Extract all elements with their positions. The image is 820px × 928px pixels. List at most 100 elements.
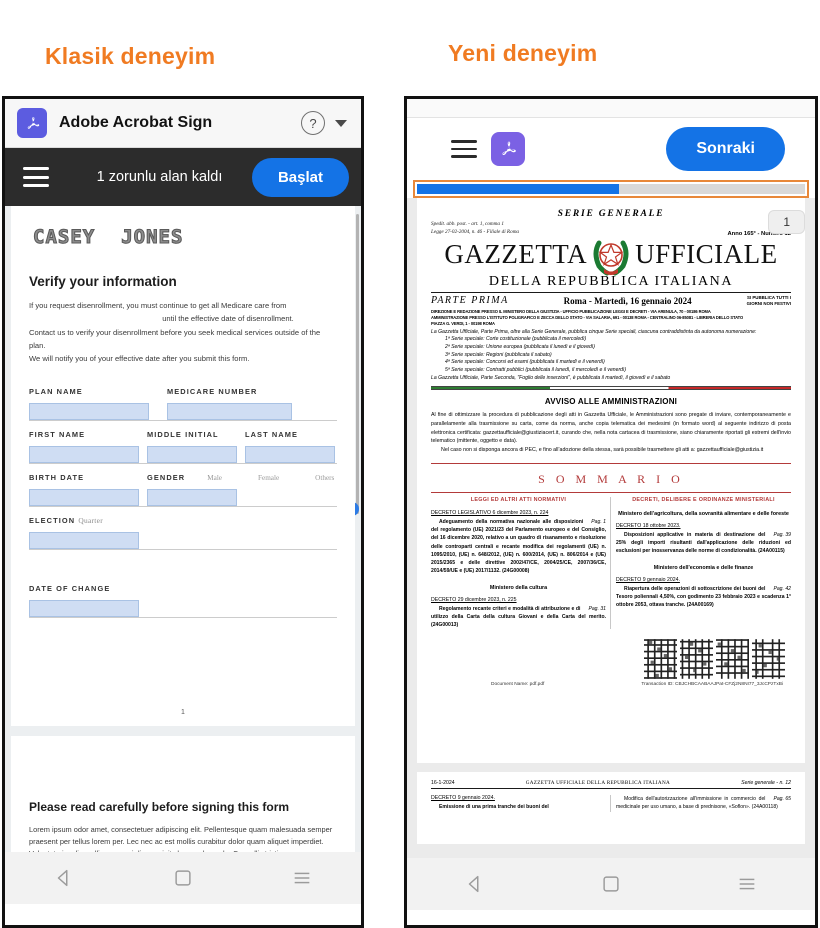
help-question-icon[interactable]: ? [301,111,325,135]
vertical-scrollbar[interactable] [356,214,359,514]
spedizione-line-2: Legge 27-02-2004, n. 46 - Filiale di Rom… [431,228,520,235]
qr-code-icon-3 [716,639,749,680]
instruction-line-3: Contact us to verify your disenrollment … [29,327,321,350]
start-button[interactable]: Başlat [251,157,349,197]
right-entry-2-ministero: Ministero dell'economia e delle finanze [653,564,754,571]
triangle-back-icon[interactable] [464,873,486,895]
gazzetta-masthead-title: GAZZETTA UFFICIALE [431,233,791,277]
page2-right-text: Pag. 65 Modifica dell'autorizzazione all'… [616,795,791,812]
document-footer: Document Name: pdf.pdf Transaction ID: C… [431,679,791,687]
left-column-heading: LEGGI ED ALTRI ATTI NORMATIVI [470,496,567,503]
new-experience-phone: Sonraki 1 SERIE GENERALE Spedit. abb. po… [404,96,818,928]
row-divider-4 [29,549,337,551]
birth-date-input[interactable] [29,489,139,507]
pubblica-note: SI PUBBLICA TUTTI I GIORNI NON FESTIVI [747,295,791,307]
avviso-title: AVVISO ALLE AMMINISTRAZIONI [544,397,678,407]
document-scroll-area[interactable]: CASEY JONES Verify your information If y… [5,206,361,852]
election-input[interactable] [29,532,139,550]
row-divider-1 [29,420,337,422]
left-entry-2-ministero: Ministero della cultura [489,584,548,591]
form-row-4: ELECTION Quarter [29,516,337,550]
gender-input[interactable] [147,489,237,507]
gender-option-female[interactable]: Female [258,474,279,482]
italy-emblem-icon [593,240,629,276]
masthead-ufficiale: UFFICIALE [635,239,778,270]
row-divider-3 [29,506,337,508]
form-row-2: FIRST NAME MIDDLE INITIAL LAST NAME [29,430,337,464]
first-name-label: FIRST NAME [29,430,86,440]
right-entry-2-decreto: DECRETO 9 gennaio 2024. [616,576,680,583]
masthead-gazzetta: GAZZETTA [444,239,588,270]
progress-bar-highlight [413,180,809,198]
gazzetta-page-1: SERIE GENERALE Spedit. abb. post. - art.… [417,198,805,763]
hamburger-recents-icon[interactable] [736,873,758,895]
masthead-divider [431,291,791,293]
acrobat-app-bar: Adobe Acrobat Sign ? [5,99,361,148]
medicare-number-label: MEDICARE NUMBER [167,387,258,397]
pubblica-line-2: GIORNI NON FESTIVI [746,300,791,306]
right-entry-2-text: Pag. 42 Riapertura delle operazioni di so… [616,585,791,610]
status-strip [407,99,815,118]
middle-initial-input[interactable] [147,446,237,464]
page2-center-title: GAZZETTA UFFICIALE DELLA REPUBBLICA ITAL… [525,780,671,786]
form-row-5: DATE OF CHANGE [29,584,337,618]
address-line-3: PIAZZA G. VERDI, 1 - 00198 ROMA [431,320,495,326]
page-number-label: 1 [181,709,185,716]
square-home-icon[interactable] [600,873,622,895]
medicare-number-input[interactable] [167,403,292,421]
qr-code-icon-1 [644,639,677,680]
left-section-heading: Klasik deneyim [45,43,216,69]
note-outro: La Gazzetta Ufficiale, Parte Seconda, "F… [431,374,671,381]
avviso-paragraph-2: Nel caso non si disponga ancora di PEC, … [441,447,764,454]
left-entry-1-pag: Pag. 1 [591,518,606,525]
hamburger-menu-icon[interactable] [451,140,477,158]
serie-speciale-3: 3ª Serie speciale: Regioni (pubblicata i… [445,351,552,358]
pubblica-line-1: SI PUBBLICA TUTTI I [746,294,791,300]
right-entry-1-pag: Pag. 39 [773,531,791,538]
address-block: DIREZIONE E REDAZIONE PRESSO IL MINISTER… [431,309,791,327]
left-entry-1-decreto: DECRETO LEGISLATIVO 6 dicembre 2023, n. … [431,509,549,516]
qr-code-icon-4 [752,639,785,680]
birth-date-label: BIRTH DATE [29,473,85,483]
right-entry-2-body: Riapertura delle operazioni di sottoscri… [616,585,791,609]
instruction-line-1: If you request disenrollment, you must c… [29,301,287,310]
next-button[interactable]: Sonraki [666,127,785,171]
serie-generale-label: SERIE GENERALE [557,209,665,219]
left-entry-2-decreto: DECRETO 29 dicembre 2023, n. 225 [431,596,517,603]
triangle-back-icon[interactable] [53,867,75,889]
progress-track[interactable] [417,184,805,194]
masthead-subtitle: DELLA REPUBBLICA ITALIANA [488,273,734,289]
page2-running-head: 16-1-2024 GAZZETTA UFFICIALE DELLA REPUB… [431,780,791,786]
right-entry-2-pag: Pag. 42 [773,585,791,592]
sommario-left-column: LEGGI ED ALTRI ATTI NORMATIVI DECRETO LE… [431,496,611,630]
plan-name-input[interactable] [29,403,149,421]
app-title: Adobe Acrobat Sign [59,114,213,131]
parte-prima-label: PARTE PRIMA [431,295,509,307]
android-nav-bar [407,858,815,910]
page2-left-column: DECRETO 9 gennaio 2024. Emissione di una… [431,795,611,812]
acrobat-logo-icon [17,108,47,138]
address-line-2: AMMINISTRAZIONE PRESSO L'ISTITUTO POLIGR… [431,314,744,320]
stencil-first-name: CASEY [32,226,96,249]
gender-option-male[interactable]: Male [207,474,222,482]
pdf-viewer[interactable]: 1 SERIE GENERALE Spedit. abb. post. - ar… [407,198,815,858]
form-row-1: PLAN NAME MEDICARE NUMBER [29,387,337,421]
gender-option-others[interactable]: Others [315,474,334,482]
date-of-change-input[interactable] [29,600,139,618]
new-app-bar: Sonraki [407,118,815,180]
page2-right-body: Modifica dell'autorizzazione all'immissi… [616,796,778,811]
right-entry-1-body: Disposizioni applicative in materia di d… [616,531,791,555]
plan-name-label: PLAN NAME [29,387,83,397]
required-fields-status: 1 zorunlu alan kaldı [96,169,223,185]
footer-transaction-id: Transaction ID: CBJCHBCAABAAJPat-CFZj2N8… [641,682,783,688]
serie-speciale-5: 5ª Serie speciale: Contratti pubblici (p… [445,366,627,373]
sommario-bottom-rule [431,491,791,493]
last-name-input[interactable] [245,446,335,464]
hamburger-menu-icon[interactable] [23,167,49,187]
chevron-down-icon[interactable] [335,119,347,127]
page2-right-column: Pag. 65 Modifica dell'autorizzazione all'… [616,795,791,812]
hamburger-recents-icon[interactable] [291,867,313,889]
first-name-input[interactable] [29,446,139,464]
signer-name-stencil: CASEY JONES [32,226,337,249]
square-home-icon[interactable] [172,867,194,889]
